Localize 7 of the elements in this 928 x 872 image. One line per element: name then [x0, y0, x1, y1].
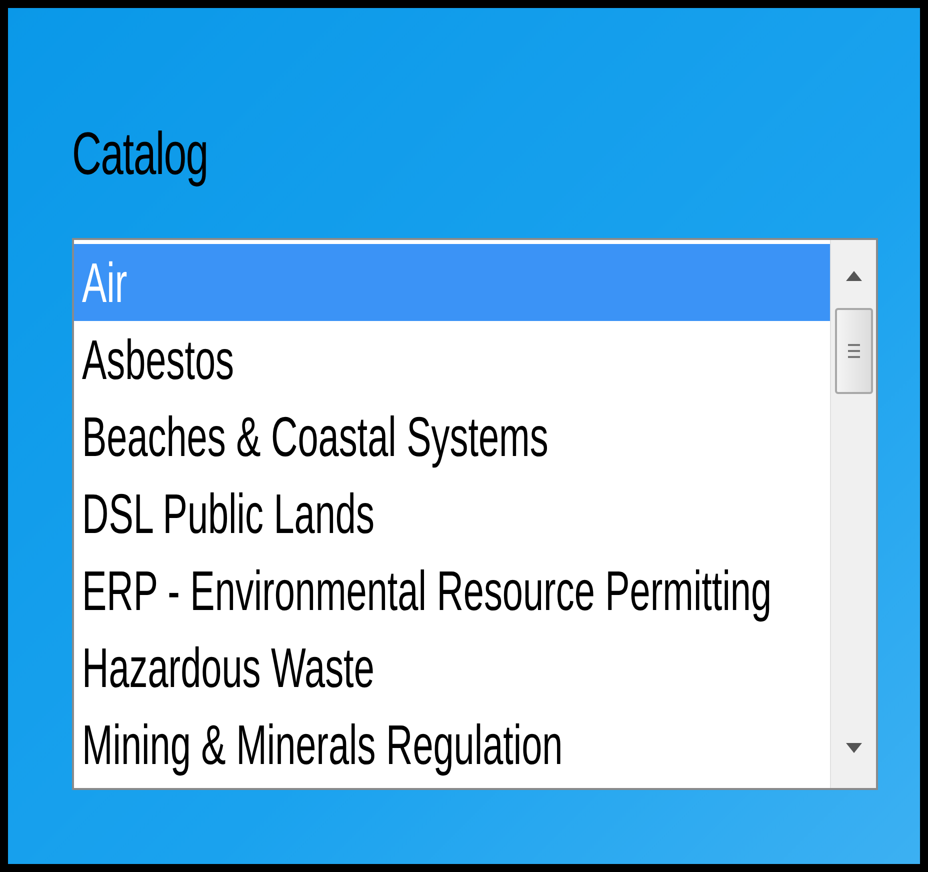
catalog-title: Catalog	[72, 119, 208, 189]
scroll-thumb[interactable]	[834, 308, 872, 394]
grip-icon	[846, 341, 862, 361]
scrollbar[interactable]	[830, 240, 876, 788]
scroll-up-icon[interactable]	[844, 270, 862, 282]
catalog-listbox[interactable]: Air Asbestos Beaches & Coastal Systems DSL Public Lands ERP - Environmental Resource Permitting Hazardous Waste Mining & Minerals Regulation	[72, 238, 878, 790]
scroll-down-icon[interactable]	[844, 742, 862, 754]
